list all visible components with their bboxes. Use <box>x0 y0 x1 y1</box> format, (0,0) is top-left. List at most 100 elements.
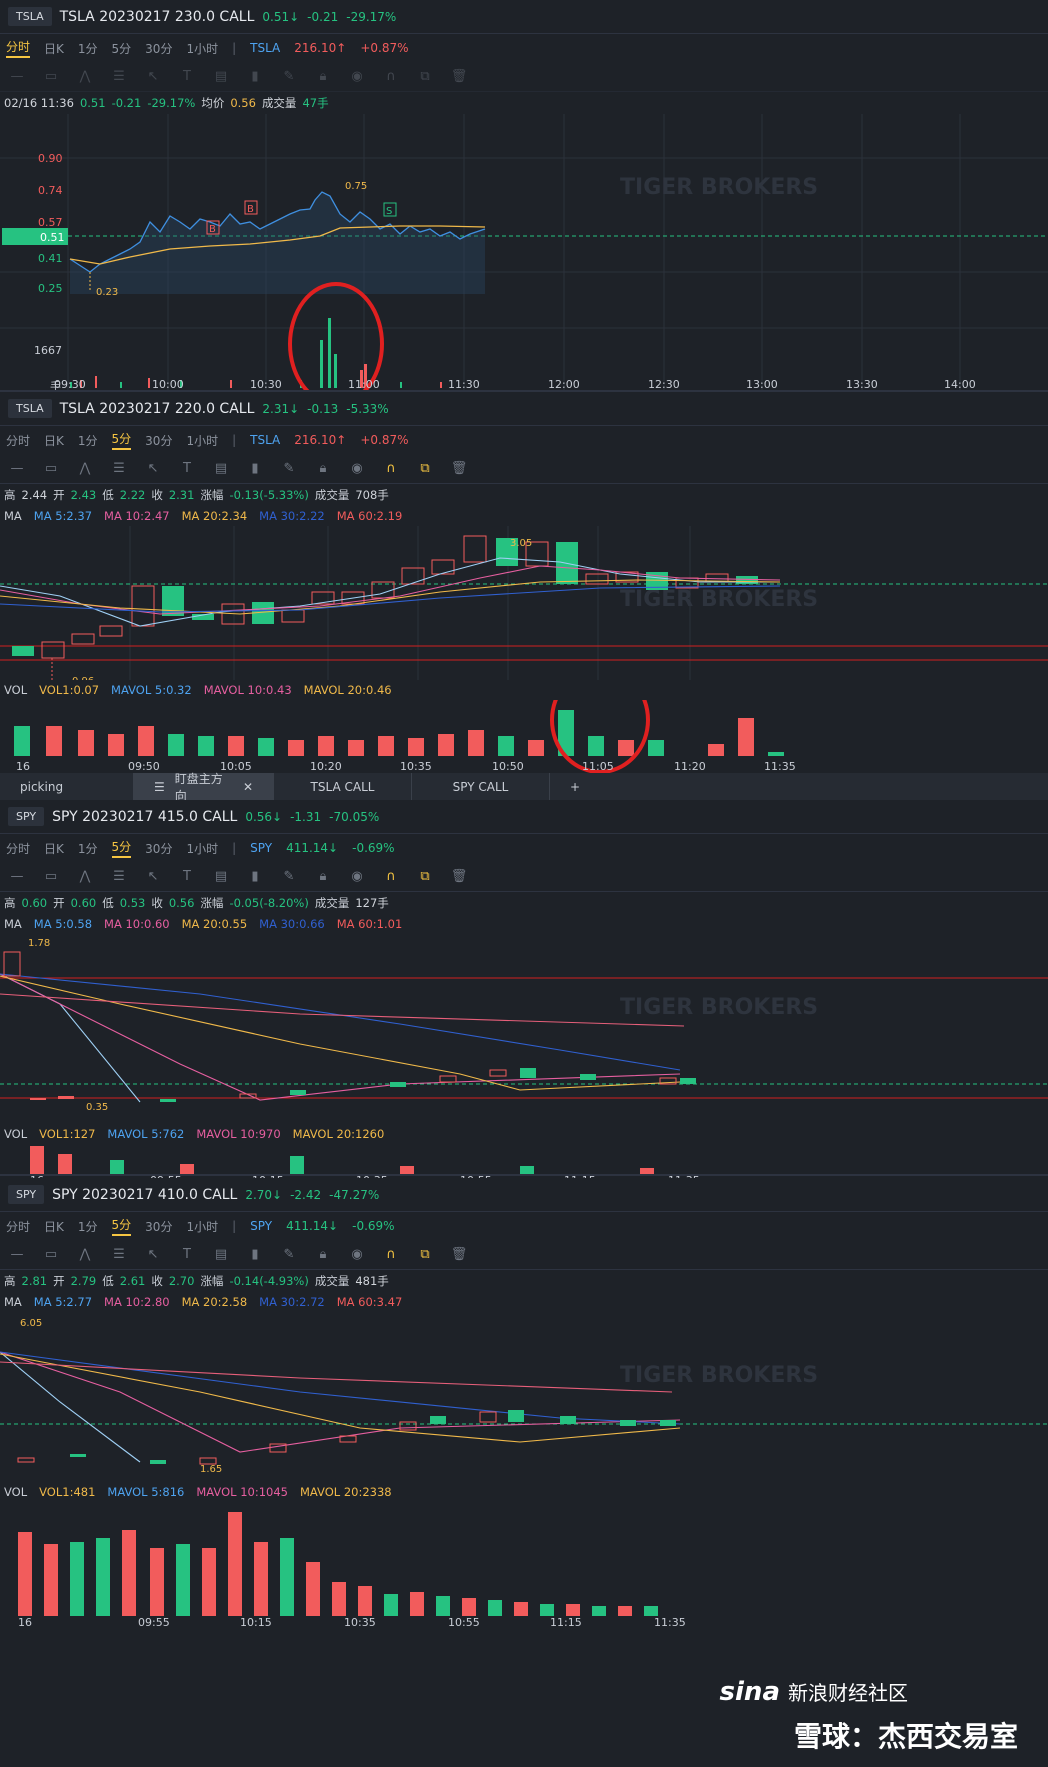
eye-icon[interactable]: ◉ <box>348 869 366 884</box>
tab-1h[interactable]: 1小时 <box>186 840 218 857</box>
arrow-tool-icon[interactable]: ↖ <box>144 1247 162 1262</box>
fib-tool-icon[interactable]: ☰ <box>110 1247 128 1262</box>
lock-icon[interactable]: 🔒︎ <box>314 869 332 884</box>
close-icon[interactable]: ✕ <box>243 780 253 794</box>
vol-label[interactable]: VOL <box>4 1127 27 1141</box>
eye-icon[interactable]: ◉ <box>348 461 366 476</box>
symbol-tag[interactable]: SPY <box>8 1185 45 1204</box>
tab-timeshare[interactable]: 分时 <box>6 432 30 449</box>
magnet-icon[interactable]: ∩ <box>382 1247 400 1262</box>
magnet-icon[interactable]: ∩ <box>382 69 400 84</box>
tab-daily[interactable]: 日K <box>44 432 64 449</box>
timeshare-chart[interactable]: TIGER BROKERS 0.90 0.74 0.57 0.41 0.25 1… <box>0 114 1048 390</box>
tab-5m[interactable]: 5分 <box>111 838 132 858</box>
trash-icon[interactable]: 🗑︎ <box>450 69 468 84</box>
label-tool-icon[interactable]: ▤ <box>212 461 230 476</box>
wave-tool-icon[interactable]: ⋀ <box>76 1247 94 1262</box>
magnet-icon[interactable]: ∩ <box>382 461 400 476</box>
fib-tool-icon[interactable]: ☰ <box>110 69 128 84</box>
fib-tool-icon[interactable]: ☰ <box>110 869 128 884</box>
lock-icon[interactable]: 🔒︎ <box>314 1247 332 1262</box>
tab-1h[interactable]: 1小时 <box>186 1218 218 1235</box>
tab-1m[interactable]: 1分 <box>78 40 98 57</box>
tab-timeshare[interactable]: 分时 <box>6 38 31 58</box>
vol-label[interactable]: VOL <box>4 683 27 697</box>
ma-label[interactable]: MA <box>4 917 22 931</box>
link-icon[interactable]: ⧉ <box>416 461 434 476</box>
bar-tool-icon[interactable]: ▮ <box>246 69 264 84</box>
link-icon[interactable]: ⧉ <box>416 1247 434 1262</box>
label-tool-icon[interactable]: ▤ <box>212 869 230 884</box>
add-tab-button[interactable]: + <box>550 773 600 800</box>
text-tool-icon[interactable]: T <box>178 1247 196 1262</box>
label-tool-icon[interactable]: ▤ <box>212 69 230 84</box>
ma-label[interactable]: MA <box>4 509 22 523</box>
symbol-tag[interactable]: SPY <box>8 807 45 826</box>
bar-tool-icon[interactable]: ▮ <box>246 1247 264 1262</box>
rect-tool-icon[interactable]: ▭ <box>42 69 60 84</box>
ma-label[interactable]: MA <box>4 1295 22 1309</box>
tab-1h[interactable]: 1小时 <box>186 432 218 449</box>
magnet-icon[interactable]: ∩ <box>382 869 400 884</box>
ma-legend[interactable]: MA MA 5:0.58 MA 10:0.60 MA 20:0.55 MA 30… <box>0 914 1048 934</box>
symbol-tag[interactable]: TSLA <box>8 399 52 418</box>
sell-marker[interactable]: S <box>386 206 392 217</box>
rect-tool-icon[interactable]: ▭ <box>42 1247 60 1262</box>
lock-icon[interactable]: 🔒︎ <box>314 69 332 84</box>
symbol-tag[interactable]: TSLA <box>8 7 52 26</box>
tab-30m[interactable]: 30分 <box>145 840 172 857</box>
text-tool-icon[interactable]: T <box>178 461 196 476</box>
ma-legend[interactable]: MA MA 5:2.37 MA 10:2.47 MA 20:2.34 MA 30… <box>0 506 1048 526</box>
lock-icon[interactable]: 🔒︎ <box>314 461 332 476</box>
trash-icon[interactable]: 🗑︎ <box>450 869 468 884</box>
tab-5m[interactable]: 5分 <box>111 430 132 450</box>
tab-1h[interactable]: 1小时 <box>186 40 218 57</box>
ma-legend[interactable]: MA MA 5:2.77 MA 10:2.80 MA 20:2.58 MA 30… <box>0 1292 1048 1312</box>
trash-icon[interactable]: 🗑︎ <box>450 461 468 476</box>
label-tool-icon[interactable]: ▤ <box>212 1247 230 1262</box>
pen-icon[interactable]: ✎ <box>280 69 298 84</box>
rect-tool-icon[interactable]: ▭ <box>42 869 60 884</box>
link-icon[interactable]: ⧉ <box>416 869 434 884</box>
tab-tsla-call[interactable]: TSLA CALL <box>274 773 412 800</box>
tab-timeshare[interactable]: 分时 <box>6 840 30 857</box>
wave-tool-icon[interactable]: ⋀ <box>76 461 94 476</box>
tab-5m[interactable]: 5分 <box>112 40 132 57</box>
vol-label[interactable]: VOL <box>4 1485 27 1499</box>
tab-30m[interactable]: 30分 <box>145 1218 172 1235</box>
tab-30m[interactable]: 30分 <box>145 40 172 57</box>
buy-marker[interactable]: B <box>247 204 254 215</box>
tab-spy-call[interactable]: SPY CALL <box>412 773 550 800</box>
tab-1m[interactable]: 1分 <box>78 840 98 857</box>
tab-30m[interactable]: 30分 <box>145 432 172 449</box>
tab-timeshare[interactable]: 分时 <box>6 1218 30 1235</box>
wave-tool-icon[interactable]: ⋀ <box>76 869 94 884</box>
wave-tool-icon[interactable]: ⋀ <box>76 69 94 84</box>
tab-5m[interactable]: 5分 <box>111 1216 132 1236</box>
line-tool-icon[interactable]: — <box>8 1247 26 1262</box>
tab-daily[interactable]: 日K <box>44 1218 64 1235</box>
tab-daily[interactable]: 日K <box>44 40 64 57</box>
arrow-tool-icon[interactable]: ↖ <box>144 461 162 476</box>
rect-tool-icon[interactable]: ▭ <box>42 461 60 476</box>
eye-icon[interactable]: ◉ <box>348 1247 366 1262</box>
arrow-tool-icon[interactable]: ↖ <box>144 69 162 84</box>
trash-icon[interactable]: 🗑︎ <box>450 1247 468 1262</box>
candlestick-chart[interactable]: TIGER BROKERS 6.05 1.65 <box>0 1312 1048 1482</box>
tab-1m[interactable]: 1分 <box>78 1218 98 1235</box>
line-tool-icon[interactable]: — <box>8 69 26 84</box>
arrow-tool-icon[interactable]: ↖ <box>144 869 162 884</box>
buy-marker[interactable]: B <box>209 224 216 235</box>
bar-tool-icon[interactable]: ▮ <box>246 869 264 884</box>
link-icon[interactable]: ⧉ <box>416 69 434 84</box>
tab-picking[interactable]: picking <box>0 773 134 800</box>
line-tool-icon[interactable]: — <box>8 461 26 476</box>
pen-icon[interactable]: ✎ <box>280 869 298 884</box>
eye-icon[interactable]: ◉ <box>348 69 366 84</box>
pen-icon[interactable]: ✎ <box>280 1247 298 1262</box>
tab-daily[interactable]: 日K <box>44 840 64 857</box>
bar-tool-icon[interactable]: ▮ <box>246 461 264 476</box>
fib-tool-icon[interactable]: ☰ <box>110 461 128 476</box>
candlestick-chart[interactable]: TIGER BROKERS 1.78 0.35 <box>0 934 1048 1124</box>
text-tool-icon[interactable]: T <box>178 69 196 84</box>
